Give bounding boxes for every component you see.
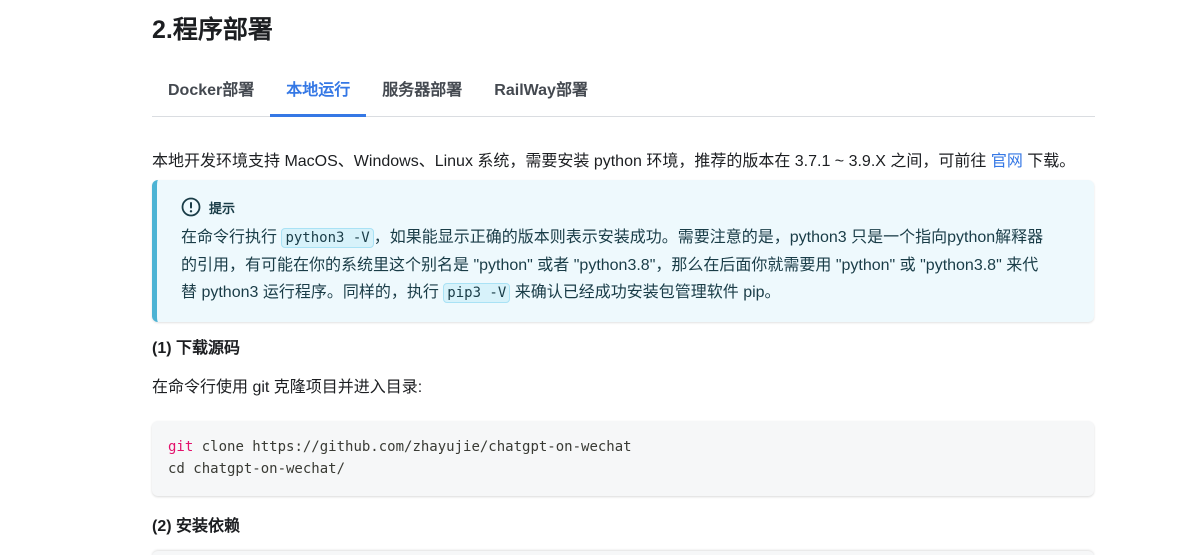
- tip-line: 的引用，有可能在你的系统里这个别名是 "python" 或者 "python3.…: [181, 257, 1039, 274]
- tip-title: 提示: [209, 200, 236, 216]
- tab-local-run[interactable]: 本地运行: [270, 62, 367, 117]
- info-icon: [181, 197, 201, 217]
- tab-docker[interactable]: Docker部署: [152, 62, 270, 117]
- code-line: git clone https://github.com/zhayujie/ch…: [168, 436, 1078, 458]
- code-line: cd chatgpt-on-wechat/: [168, 461, 346, 477]
- intro-text-end: 下载。: [1022, 153, 1076, 170]
- tip-text: 在命令行执行: [181, 229, 282, 246]
- code-block-install[interactable]: [152, 551, 1094, 555]
- tip-text: 来确认已经成功安装包管理软件 pip。: [510, 284, 781, 301]
- tip-admonition: 提示 在命令行执行 python3 -V ，如果能显示正确的版本则表示安装成功。需…: [152, 180, 1094, 322]
- intro-text: 本地开发环境支持 MacOS、Windows、Linux 系统，需要安装 pyt…: [152, 153, 991, 170]
- intro-paragraph: 本地开发环境支持 MacOS、Windows、Linux 系统，需要安装 pyt…: [152, 150, 1075, 174]
- tip-body: 在命令行执行 python3 -V ，如果能显示正确的版本则表示安装成功。需要注意…: [181, 224, 1071, 307]
- tip-text: ，如果能显示正确的版本则表示安装成功。需要注意的是，python3 只是一个指向…: [373, 229, 1044, 246]
- step1-text: 在命令行使用 git 克隆项目并进入目录:: [152, 379, 423, 396]
- step1-heading: (1) 下载源码: [152, 340, 241, 357]
- step2-heading: (2) 安装依赖: [152, 518, 241, 535]
- tip-heading: 提示: [181, 196, 1070, 218]
- tip-text: 替 python3 运行程序。同样的，执行: [181, 284, 444, 301]
- code-command: git: [168, 439, 194, 455]
- code-args: clone https://github.com/zhayujie/chatgp…: [193, 439, 632, 455]
- tip-line: 替 python3 运行程序。同样的，执行 pip3 -V 来确认已经成功安装包…: [181, 279, 1071, 307]
- inline-code-pip-version: pip3 -V: [443, 283, 511, 303]
- section-title: 2.程序部署: [152, 16, 273, 44]
- tab-server[interactable]: 服务器部署: [366, 62, 478, 117]
- deployment-tabs: Docker部署 本地运行 服务器部署 RailWay部署: [152, 62, 1095, 117]
- code-block-clone[interactable]: git clone https://github.com/zhayujie/ch…: [152, 421, 1094, 496]
- tip-line: 在命令行执行 python3 -V ，如果能显示正确的版本则表示安装成功。需要注意…: [181, 224, 1071, 252]
- inline-code-python-version: python3 -V: [281, 228, 374, 248]
- official-site-link[interactable]: 官网: [991, 153, 1023, 170]
- tab-railway[interactable]: RailWay部署: [478, 62, 604, 117]
